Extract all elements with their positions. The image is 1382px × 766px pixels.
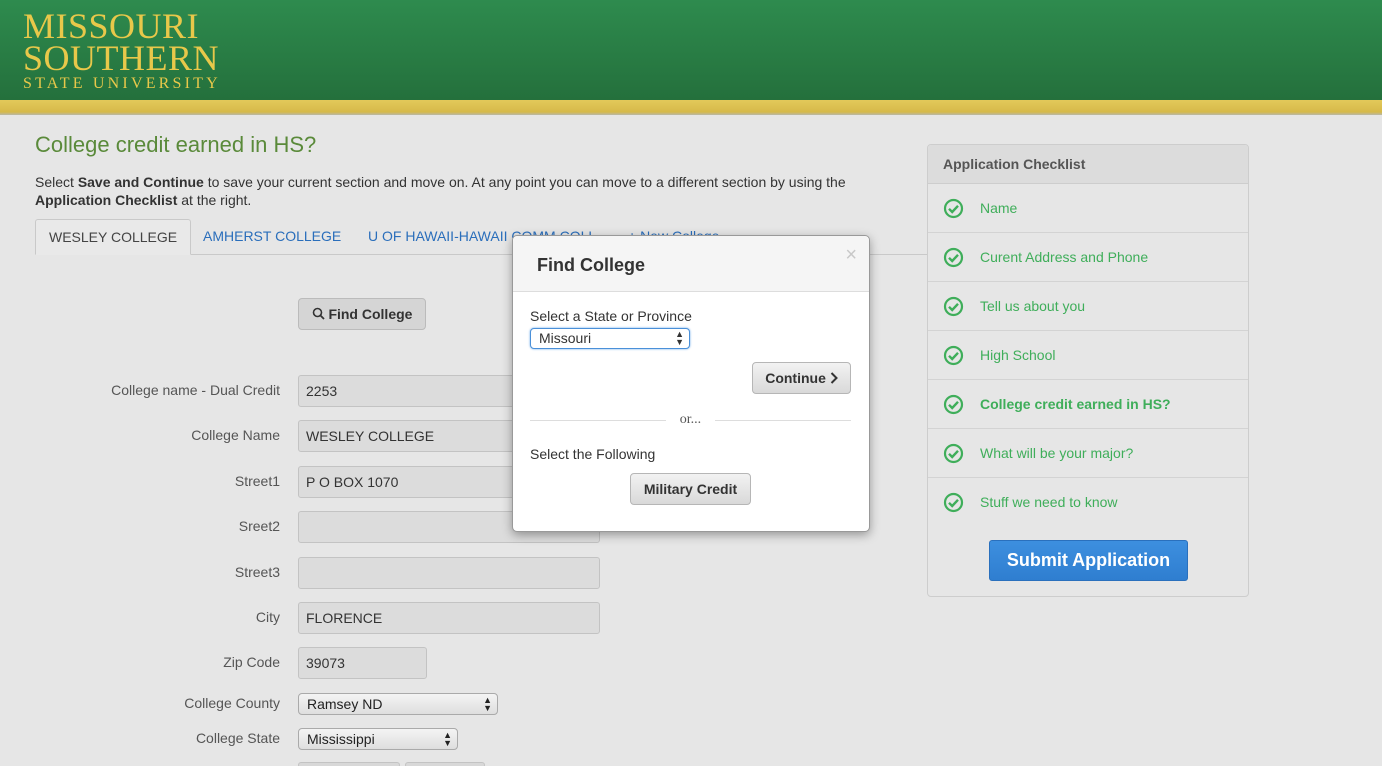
- select-following-label: Select the Following: [530, 446, 656, 462]
- label-street1: Street1: [234, 473, 280, 489]
- find-college-label: Find College: [328, 306, 413, 322]
- label-college-county: College County: [184, 695, 280, 711]
- application-checklist: Application Checklist Name Curent Addres…: [927, 144, 1249, 597]
- checklist-item-label: What will be your major?: [980, 445, 1134, 461]
- check-circle-icon: [943, 247, 964, 268]
- intro-text: Select Save and Continue to save your cu…: [35, 174, 846, 208]
- label-college-name: College Name: [191, 427, 280, 443]
- street3-field[interactable]: [298, 557, 600, 589]
- checklist-item-stuff[interactable]: Stuff we need to know: [928, 478, 1248, 527]
- or-text: or...: [679, 412, 702, 427]
- label-zip-code: Zip Code: [223, 654, 280, 670]
- state-province-value: Missouri: [539, 330, 592, 346]
- label-city: City: [255, 609, 280, 625]
- checklist-item-label: Name: [980, 200, 1018, 216]
- bottom-button-stub[interactable]: [298, 762, 400, 766]
- college-state-value: Mississippi: [307, 731, 375, 747]
- continue-label: Continue: [765, 370, 826, 386]
- checklist-title: Application Checklist: [928, 145, 1248, 184]
- modal-title: Find College: [537, 255, 645, 275]
- header-stripe: [0, 100, 1382, 115]
- check-circle-icon: [943, 492, 964, 513]
- state-province-label: Select a State or Province: [530, 308, 692, 324]
- label-dual-credit: College name - Dual Credit: [111, 382, 280, 398]
- or-divider: or...: [530, 412, 851, 428]
- checklist-item-label: Tell us about you: [980, 298, 1086, 314]
- find-college-button[interactable]: Find College: [298, 298, 426, 330]
- military-credit-button[interactable]: Military Credit: [630, 473, 751, 505]
- college-county-value: Ramsey ND: [307, 696, 383, 712]
- college-state-select[interactable]: Mississippi ▲ ▼: [298, 728, 458, 750]
- select-arrows-icon: ▲ ▼: [443, 730, 452, 748]
- select-arrows-icon: ▲ ▼: [675, 329, 684, 347]
- checklist-item-name[interactable]: Name: [928, 184, 1248, 233]
- find-college-modal: Find College × Select a State or Provinc…: [512, 235, 870, 532]
- checklist-item-high-school[interactable]: High School: [928, 331, 1248, 380]
- label-street3: Street3: [234, 564, 280, 580]
- submit-application-button[interactable]: Submit Application: [989, 540, 1188, 581]
- logo-line-2: SOUTHERN: [23, 38, 220, 78]
- label-college-state: College State: [195, 730, 280, 746]
- university-logo[interactable]: MISSOURI SOUTHERN STATE UNIVERSITY: [23, 8, 221, 92]
- checklist-item-label: High School: [980, 347, 1056, 363]
- close-icon[interactable]: ×: [845, 244, 857, 267]
- search-icon: [312, 306, 325, 322]
- checklist-item-label: Stuff we need to know: [980, 494, 1118, 510]
- page-title: College credit earned in HS?: [35, 132, 317, 157]
- select-arrows-icon: ▲ ▼: [483, 695, 492, 713]
- checklist-item-college-credit[interactable]: College credit earned in HS?: [928, 380, 1248, 429]
- tab-wesley-college[interactable]: WESLEY COLLEGE: [35, 219, 192, 255]
- check-circle-icon: [943, 345, 964, 366]
- continue-button[interactable]: Continue: [752, 362, 851, 394]
- checklist-item-major[interactable]: What will be your major?: [928, 429, 1248, 478]
- logo-line-3: STATE UNIVERSITY: [23, 75, 221, 92]
- city-field[interactable]: FLORENCE: [298, 602, 600, 634]
- chevron-right-icon: [830, 370, 838, 386]
- check-circle-icon: [943, 443, 964, 464]
- checklist-item-about-you[interactable]: Tell us about you: [928, 282, 1248, 331]
- zip-code-field[interactable]: 39073: [298, 647, 427, 679]
- check-circle-icon: [943, 296, 964, 317]
- modal-header: Find College ×: [513, 236, 869, 292]
- bottom-button-stub[interactable]: [405, 762, 485, 766]
- check-circle-icon: [943, 198, 964, 219]
- label-street2: Sreet2: [238, 518, 280, 534]
- check-circle-icon: [943, 394, 964, 415]
- checklist-item-label: Curent Address and Phone: [980, 249, 1149, 265]
- checklist-item-label: College credit earned in HS?: [980, 396, 1171, 412]
- tab-amherst-college[interactable]: AMHERST COLLEGE: [190, 219, 354, 255]
- state-province-select[interactable]: Missouri ▲ ▼: [530, 328, 690, 349]
- college-county-select[interactable]: Ramsey ND ▲ ▼: [298, 693, 498, 715]
- checklist-item-address[interactable]: Curent Address and Phone: [928, 233, 1248, 282]
